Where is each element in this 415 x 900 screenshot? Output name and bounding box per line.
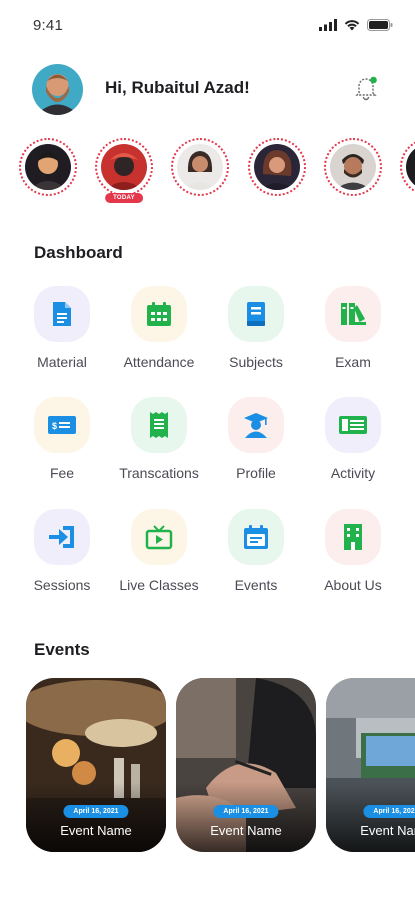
signal-icon	[319, 19, 337, 31]
exam-icon	[341, 303, 366, 325]
subjects-tile	[228, 286, 284, 342]
dashboard-item-label: Material	[37, 354, 87, 370]
document-icon	[53, 302, 71, 326]
calendar-icon	[147, 302, 171, 326]
status-time: 9:41	[33, 17, 63, 34]
activity-tile	[325, 397, 381, 453]
dashboard-item-exam[interactable]: Exam	[298, 286, 408, 370]
exam-tile	[325, 286, 381, 342]
material-tile	[34, 286, 90, 342]
status-bar: 9:41	[0, 0, 415, 48]
event-card[interactable]: April 16, 2021 Event Name	[326, 678, 415, 852]
events-tile	[228, 509, 284, 565]
bell-icon[interactable]	[351, 72, 381, 102]
dashboard-item-label: Profile	[236, 465, 276, 481]
dashboard-item-label: Transcations	[119, 465, 199, 481]
dashboard-item-label: Events	[234, 577, 278, 593]
dashboard-item-profile[interactable]: Profile	[201, 397, 311, 481]
status-icons	[319, 19, 393, 31]
battery-icon	[367, 19, 393, 31]
dashboard-item-material[interactable]: Material	[7, 286, 117, 370]
transcations-tile	[131, 397, 187, 453]
dashboard-item-label: Subjects	[229, 354, 283, 370]
dashboard-item-activity[interactable]: Activity	[298, 397, 408, 481]
dashboard-item-label: Activity	[330, 465, 376, 481]
dashboard-item-label: Fee	[49, 465, 75, 481]
building-icon	[344, 524, 362, 550]
story-avatar[interactable]	[248, 138, 306, 196]
dashboard-item-live-classes[interactable]: Live Classes	[104, 509, 214, 593]
event-date-badge: April 16, 2021	[363, 805, 415, 818]
wifi-icon	[344, 20, 360, 31]
event-card[interactable]: April 16, 2021 Event Name	[176, 678, 316, 852]
stories-row: TODAY	[0, 138, 415, 208]
event-calendar-icon	[244, 525, 268, 549]
story-avatar[interactable]	[324, 138, 382, 196]
dashboard-item-attendance[interactable]: Attendance	[104, 286, 214, 370]
live-tv-icon	[145, 525, 173, 550]
story-avatar[interactable]: TODAY	[95, 138, 153, 203]
notification-dot	[370, 76, 377, 84]
event-date-badge: April 16, 2021	[63, 805, 129, 818]
activity-icon	[339, 416, 367, 434]
story-today-badge: TODAY	[105, 193, 143, 203]
receipt-icon	[150, 412, 168, 438]
greeting-text: Hi, Rubaitul Azad!	[105, 78, 250, 97]
story-avatar[interactable]	[171, 138, 229, 196]
book-icon	[247, 302, 265, 326]
money-icon: $	[48, 416, 76, 434]
event-date-badge: April 16, 2021	[213, 805, 279, 818]
dashboard-item-subjects[interactable]: Subjects	[201, 286, 311, 370]
header: Hi, Rubaitul Azad!	[0, 64, 415, 116]
dashboard-title: Dashboard	[34, 243, 123, 262]
dashboard-item-label: About Us	[324, 577, 382, 593]
story-avatar[interactable]	[400, 138, 415, 196]
dashboard-item-fee[interactable]: $ Fee	[7, 397, 117, 481]
dashboard-item-label: Sessions	[33, 577, 91, 593]
event-name: Event Name	[360, 823, 415, 838]
live-classes-tile	[131, 509, 187, 565]
attendance-tile	[131, 286, 187, 342]
event-card[interactable]: April 16, 2021 Event Name	[26, 678, 166, 852]
sessions-tile	[34, 509, 90, 565]
graduate-icon	[244, 413, 268, 438]
dashboard-item-about-us[interactable]: About Us	[298, 509, 408, 593]
profile-tile	[228, 397, 284, 453]
events-title: Events	[34, 640, 90, 659]
dashboard-item-transcations[interactable]: Transcations	[104, 397, 214, 481]
story-avatar[interactable]	[19, 138, 77, 196]
dashboard-item-sessions[interactable]: Sessions	[7, 509, 117, 593]
dashboard-item-label: Attendance	[123, 354, 195, 370]
dashboard-item-events[interactable]: Events	[201, 509, 311, 593]
dashboard-item-label: Exam	[335, 354, 371, 370]
login-icon	[49, 526, 74, 548]
avatar[interactable]	[32, 64, 83, 115]
svg-text:$: $	[52, 421, 57, 431]
about-us-tile	[325, 509, 381, 565]
event-name: Event Name	[60, 823, 132, 838]
event-name: Event Name	[210, 823, 282, 838]
events-carousel: April 16, 2021 Event Name April 16, 2021…	[0, 678, 415, 854]
fee-tile: $	[34, 397, 90, 453]
dashboard-item-label: Live Classes	[119, 577, 199, 593]
